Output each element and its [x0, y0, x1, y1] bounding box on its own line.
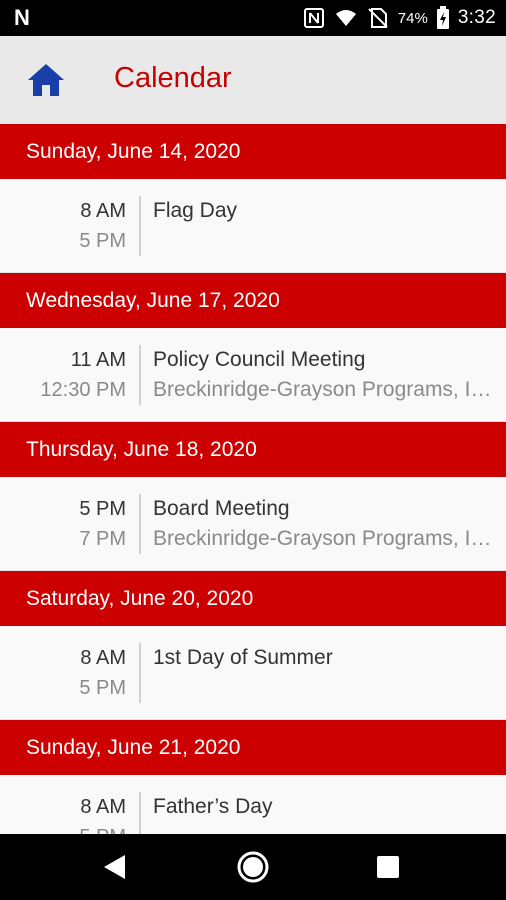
event-title: Policy Council Meeting — [153, 348, 366, 371]
event-start-time: 11 AM — [70, 349, 126, 371]
event-times: 8 AM 5 PM — [0, 196, 126, 256]
event-end-time: 5 PM — [0, 822, 126, 834]
day-header: Wednesday, June 17, 2020 — [0, 273, 506, 328]
home-nav-button[interactable] — [233, 847, 273, 887]
event-location: Breckinridge-Grayson Programs, Inc. — [153, 378, 493, 401]
event-title: 1st Day of Summer — [153, 646, 333, 669]
home-circle-icon — [237, 851, 269, 883]
event-times: 8 AM 5 PM — [0, 792, 126, 834]
event-start-time: 8 AM — [80, 796, 126, 818]
event-info: Flag Day — [153, 196, 493, 226]
status-icons: 74% 3:32 — [302, 0, 496, 36]
notification-n-icon: N — [14, 5, 30, 30]
event-start-time: 8 AM — [80, 200, 126, 222]
event-times: 5 PM 7 PM — [0, 494, 126, 554]
event-start-time: 5 PM — [79, 498, 126, 520]
page-title: Calendar — [114, 62, 232, 94]
event-row[interactable]: 8 AM 5 PM 1st Day of Summer — [0, 626, 506, 720]
system-nav-bar — [0, 834, 506, 900]
event-divider — [139, 643, 141, 703]
home-button[interactable] — [24, 58, 68, 102]
event-row[interactable]: 11 AM 12:30 PM Policy Council Meeting Br… — [0, 328, 506, 422]
event-info: 1st Day of Summer — [153, 643, 493, 673]
event-row[interactable]: 5 PM 7 PM Board Meeting Breckinridge-Gra… — [0, 477, 506, 571]
battery-percent: 74% — [397, 9, 428, 27]
day-header: Sunday, June 14, 2020 — [0, 124, 506, 179]
recents-square-icon — [377, 856, 399, 878]
day-header: Sunday, June 21, 2020 — [0, 720, 506, 775]
back-button[interactable] — [94, 847, 134, 887]
event-title: Board Meeting — [153, 497, 290, 520]
event-row[interactable]: 8 AM 5 PM Flag Day — [0, 179, 506, 273]
event-info: Board Meeting Breckinridge-Grayson Progr… — [153, 494, 493, 554]
event-divider — [139, 345, 141, 405]
event-list[interactable]: Sunday, June 14, 2020 8 AM 5 PM Flag Day… — [0, 124, 506, 834]
event-title: Father’s Day — [153, 795, 273, 818]
event-title: Flag Day — [153, 199, 238, 222]
wifi-icon — [335, 10, 356, 26]
day-section: Saturday, June 20, 2020 8 AM 5 PM 1st Da… — [0, 571, 506, 720]
event-end-time: 5 PM — [79, 230, 126, 252]
event-times: 11 AM 12:30 PM — [0, 345, 126, 405]
event-divider — [139, 792, 141, 834]
day-section: Thursday, June 18, 2020 5 PM 7 PM Board … — [0, 422, 506, 571]
event-end-time: 5 PM — [79, 677, 126, 699]
event-start-time: 8 AM — [80, 647, 126, 669]
back-triangle-icon — [104, 855, 125, 879]
day-section: Wednesday, June 17, 2020 11 AM 12:30 PM … — [0, 273, 506, 422]
app-bar: Calendar — [0, 36, 506, 124]
day-section: Sunday, June 21, 2020 8 AM 5 PM Father’s… — [0, 720, 506, 834]
event-location: Breckinridge-Grayson Programs, Inc. — [153, 527, 493, 550]
no-sim-icon — [368, 8, 388, 28]
event-times: 8 AM 5 PM — [0, 643, 126, 703]
battery-charging-icon — [436, 6, 449, 29]
day-header: Thursday, June 18, 2020 — [0, 422, 506, 477]
event-end-time: 7 PM — [79, 528, 126, 550]
event-info: Policy Council Meeting Breckinridge-Gray… — [153, 345, 493, 405]
event-divider — [139, 494, 141, 554]
event-end-time: 12:30 PM — [40, 379, 126, 401]
event-divider — [139, 196, 141, 256]
status-clock: 3:32 — [457, 7, 496, 28]
recents-button[interactable] — [368, 847, 408, 887]
nfc-icon — [303, 8, 324, 28]
day-header: Saturday, June 20, 2020 — [0, 571, 506, 626]
event-info: Father’s Day — [153, 792, 493, 822]
day-section: Sunday, June 14, 2020 8 AM 5 PM Flag Day — [0, 124, 506, 273]
home-icon — [28, 64, 64, 96]
status-bar: N 74% 3:32 — [0, 0, 506, 36]
event-row[interactable]: 8 AM 5 PM Father’s Day — [0, 775, 506, 834]
